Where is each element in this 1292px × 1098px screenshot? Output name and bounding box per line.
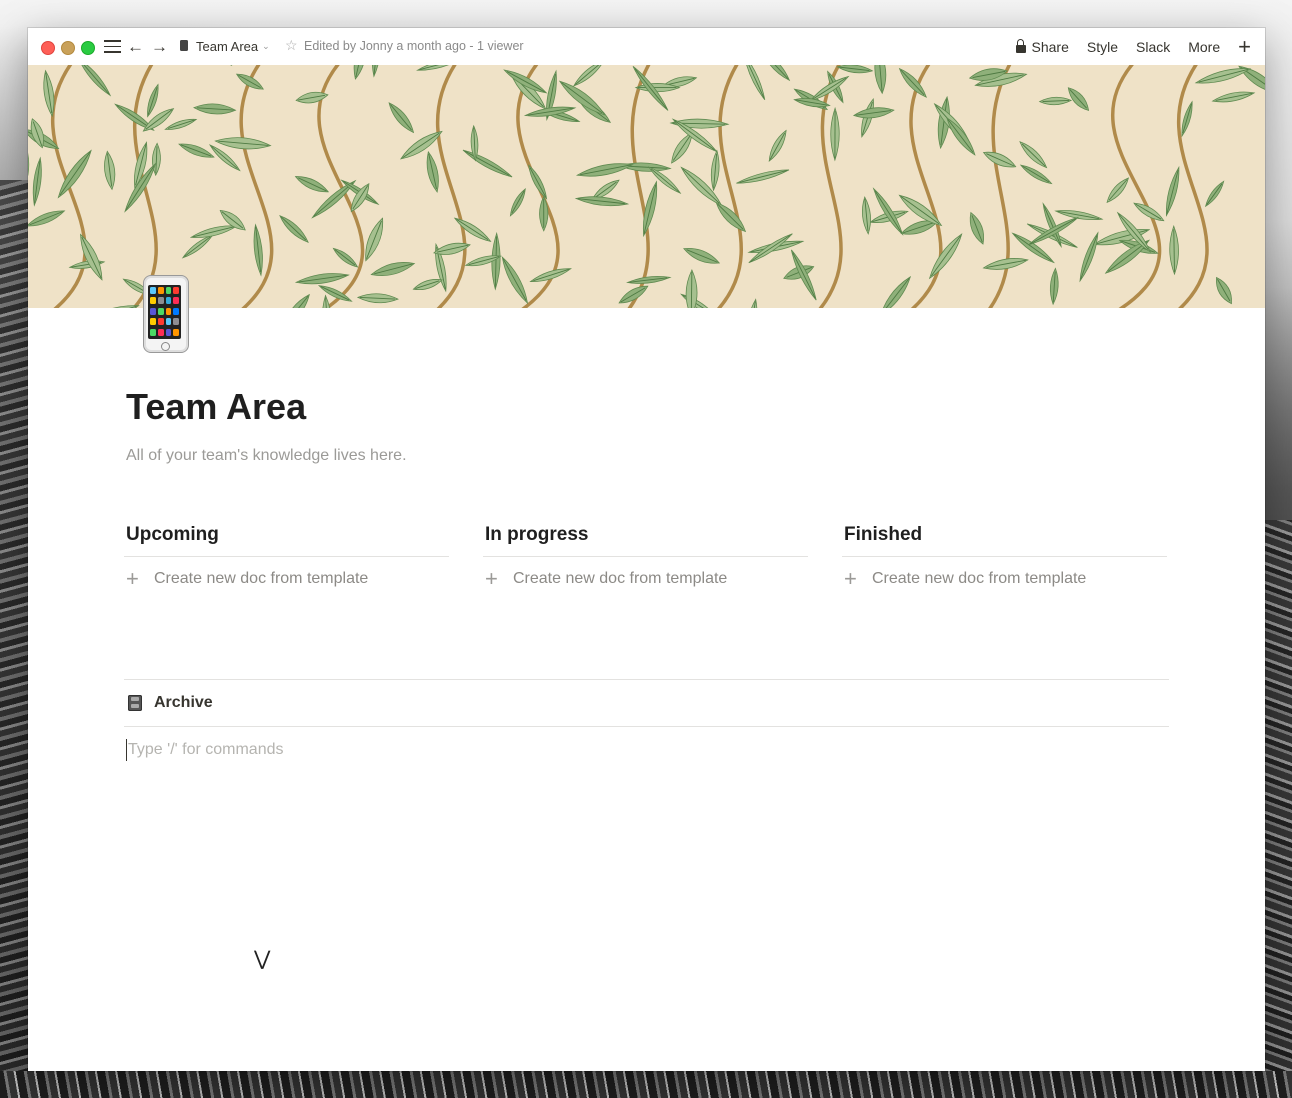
create-doc-button[interactable]: + Create new doc from template — [124, 557, 449, 601]
desktop-background-bottom — [0, 1071, 1292, 1098]
close-window-button[interactable] — [41, 41, 55, 55]
app-window: ← → Team Area ⌄ ☆ Edited by Jonny a mont… — [28, 28, 1265, 1071]
file-cabinet-icon — [128, 695, 142, 711]
mobile-phone-icon — [180, 40, 188, 51]
app-tile — [165, 287, 172, 294]
page-title[interactable]: Team Area — [126, 386, 306, 428]
plus-icon: + — [126, 566, 139, 591]
style-button[interactable]: Style — [1087, 39, 1118, 55]
app-tile — [165, 307, 172, 315]
desktop-background-left — [0, 180, 28, 1098]
share-button[interactable]: Share — [1015, 38, 1069, 55]
create-doc-label: Create new doc from template — [872, 570, 1087, 587]
plus-icon: + — [485, 566, 498, 591]
back-arrow-icon[interactable]: ← — [127, 38, 144, 56]
create-doc-label: Create new doc from template — [513, 570, 728, 587]
mobile-phone-icon[interactable] — [143, 275, 189, 353]
board-column-upcoming: Upcoming + Create new doc from template — [124, 522, 449, 601]
board-column-finished: Finished + Create new doc from template — [842, 522, 1167, 601]
archive-label: Archive — [154, 694, 213, 711]
minimize-window-button[interactable] — [61, 41, 75, 55]
app-tile — [165, 328, 172, 336]
column-title[interactable]: Upcoming — [124, 522, 449, 557]
menu-icon[interactable] — [104, 40, 121, 54]
app-tile — [173, 307, 179, 315]
app-tile — [150, 328, 156, 336]
page-description[interactable]: All of your team's knowledge lives here. — [126, 447, 407, 465]
command-input[interactable]: Type '/' for commands — [126, 739, 1168, 761]
app-tile — [173, 287, 179, 294]
app-tile — [157, 318, 164, 326]
breadcrumb-title: Team Area — [196, 39, 259, 54]
share-label: Share — [1031, 38, 1069, 55]
willow-pattern-illustration — [28, 65, 1265, 308]
app-tile — [157, 287, 164, 294]
plus-icon: + — [844, 566, 857, 591]
forward-arrow-icon[interactable]: → — [151, 38, 168, 56]
text-cursor-icon: ⋁ — [254, 946, 271, 970]
chevron-down-icon: ⌄ — [262, 41, 270, 51]
app-tile — [165, 318, 172, 326]
top-right-menu: Share Style Slack More + — [1015, 28, 1265, 65]
archive-page-link[interactable]: Archive — [124, 679, 1169, 727]
title-bar: ← → Team Area ⌄ ☆ Edited by Jonny a mont… — [28, 28, 1265, 65]
maximize-window-button[interactable] — [81, 41, 95, 55]
app-tile — [150, 307, 156, 315]
app-tile — [157, 328, 164, 336]
app-tile — [165, 297, 172, 305]
app-tile — [150, 318, 156, 326]
add-page-button[interactable]: + — [1238, 35, 1251, 57]
create-doc-button[interactable]: + Create new doc from template — [483, 557, 808, 601]
app-tile — [157, 297, 164, 305]
star-icon[interactable]: ☆ — [285, 37, 298, 54]
app-tile — [173, 328, 179, 336]
create-doc-button[interactable]: + Create new doc from template — [842, 557, 1167, 601]
cover-image[interactable] — [28, 65, 1265, 308]
column-title[interactable]: In progress — [483, 522, 808, 557]
breadcrumb[interactable]: Team Area ⌄ — [180, 39, 270, 54]
app-tile — [150, 297, 156, 305]
more-button[interactable]: More — [1188, 39, 1220, 55]
lock-icon — [1015, 38, 1026, 53]
column-title[interactable]: Finished — [842, 522, 1167, 557]
app-tile — [173, 297, 179, 305]
app-tile — [157, 307, 164, 315]
app-tile — [173, 318, 179, 326]
slack-button[interactable]: Slack — [1136, 39, 1170, 55]
app-tile — [150, 287, 156, 294]
edited-status: Edited by Jonny a month ago - 1 viewer — [304, 39, 524, 53]
board-view: Upcoming + Create new doc from template … — [124, 522, 1169, 601]
desktop-background-right — [1265, 520, 1292, 1098]
board-column-in-progress: In progress + Create new doc from templa… — [483, 522, 808, 601]
create-doc-label: Create new doc from template — [154, 570, 369, 587]
